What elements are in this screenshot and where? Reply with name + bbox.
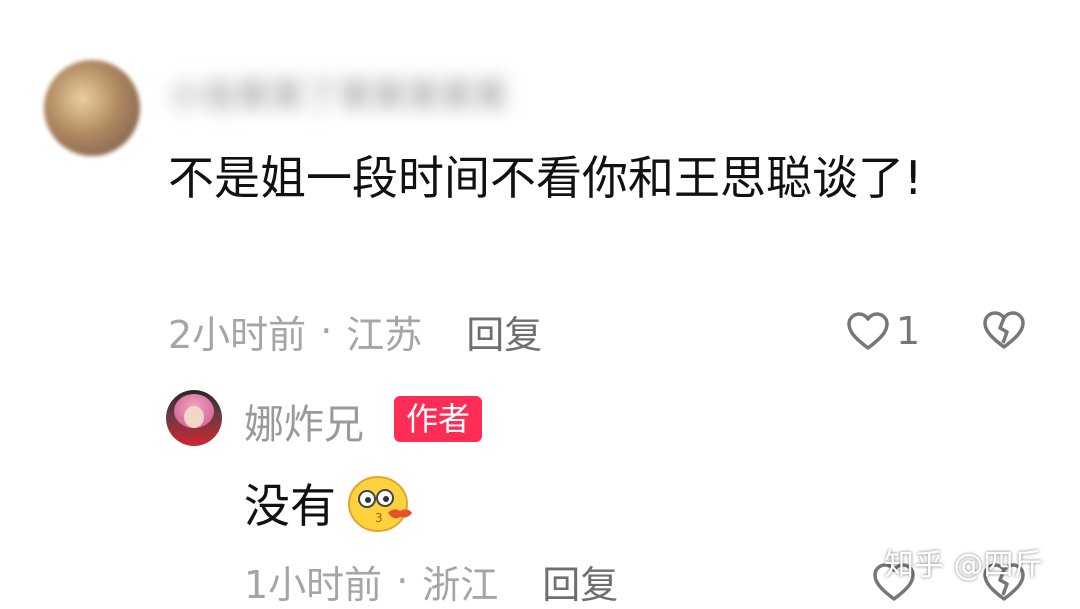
reply-text-content: 没有: [244, 479, 336, 533]
like-button[interactable]: 1: [846, 306, 920, 356]
reply-text: 没有 3: [244, 470, 418, 536]
comment-time: 2小时前: [168, 312, 307, 357]
like-count: 1: [896, 309, 921, 353]
avatar-face: [184, 406, 204, 428]
meta-separator: ·: [320, 309, 333, 353]
comment-location: 江苏: [346, 312, 423, 357]
emoji-icon: 3: [348, 476, 412, 532]
commenter-avatar[interactable]: [44, 60, 140, 156]
svg-text:3: 3: [375, 511, 383, 525]
reply-meta: 1小时前 · 浙江 回复: [244, 554, 618, 609]
reply-location: 浙江: [422, 562, 499, 607]
author-avatar[interactable]: [166, 390, 222, 446]
reply-button[interactable]: 回复: [542, 554, 618, 609]
reply-button[interactable]: 回复: [466, 304, 542, 359]
reply-time: 1小时前: [244, 562, 383, 607]
broken-heart-icon[interactable]: [982, 310, 1026, 350]
comment-text: 不是姐一段时间不看你和王思聪谈了!: [168, 151, 923, 205]
author-badge: 作者: [394, 396, 483, 442]
watermark: 知乎 @四斤: [884, 548, 1044, 583]
commenter-username[interactable]: 小虫某某了某某某某某: [168, 68, 508, 116]
meta-separator: ·: [396, 559, 409, 603]
author-name[interactable]: 娜炸兄: [244, 392, 364, 450]
comment-meta: 2小时前 · 江苏 回复: [168, 304, 542, 359]
heart-icon: [847, 312, 889, 350]
